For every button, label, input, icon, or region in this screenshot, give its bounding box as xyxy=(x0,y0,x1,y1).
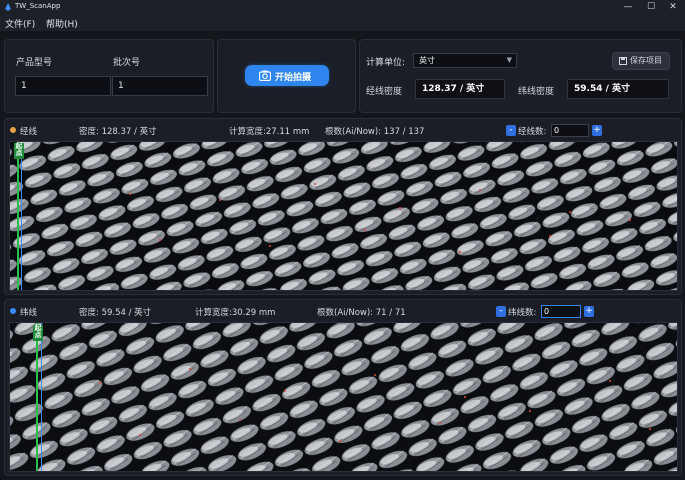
weft-decrement-button[interactable]: - xyxy=(496,306,506,317)
weft-fabric-image[interactable]: 起点 xyxy=(9,322,678,472)
warp-calc-width: 计算宽度:27.11 mm xyxy=(229,127,310,137)
weft-section: 纬线 密度: 59.54 / 英寸 计算宽度:30.29 mm 根数(Ai/No… xyxy=(4,299,682,476)
weft-increment-button[interactable]: + xyxy=(584,306,594,317)
weft-calc-width: 计算宽度:30.29 mm xyxy=(195,308,276,318)
model-label: 产品型号 xyxy=(16,58,53,68)
menu-bar: 文件(F) 帮助(H) xyxy=(0,14,685,31)
weft-cursor-line[interactable] xyxy=(41,323,42,471)
app-logo-icon xyxy=(5,3,11,11)
maximize-button[interactable]: ☐ xyxy=(641,1,661,13)
warp-origin-line[interactable] xyxy=(17,142,19,290)
save-project-label: 保存项目 xyxy=(630,56,662,65)
unit-label: 计算单位: xyxy=(366,58,406,68)
close-button[interactable]: ✕ xyxy=(663,1,683,13)
weft-origin-tag: 起点 xyxy=(33,324,43,341)
weft-density-text: 密度: 59.54 / 英寸 xyxy=(79,308,152,318)
weft-count-input[interactable]: 0 xyxy=(541,305,581,318)
weft-density-label: 纬线密度 xyxy=(518,87,555,97)
product-info-panel: 产品型号 1 批次号 1 xyxy=(4,39,214,113)
warp-section: 经线 密度: 128.37 / 英寸 计算宽度:27.11 mm 根数(Ai/N… xyxy=(4,118,682,295)
chevron-down-icon: ▼ xyxy=(506,56,512,64)
weft-count-label: 纬线数: xyxy=(508,308,537,318)
minimize-button[interactable]: — xyxy=(618,1,638,13)
weft-status-dot xyxy=(10,308,16,314)
warp-stats-bar: 经线 密度: 128.37 / 英寸 计算宽度:27.11 mm 根数(Ai/N… xyxy=(5,121,681,139)
menu-file[interactable]: 文件(F) xyxy=(5,17,35,30)
menu-help[interactable]: 帮助(H) xyxy=(46,17,78,30)
warp-origin-tag: 起点 xyxy=(14,142,24,159)
warp-title: 经线 xyxy=(20,127,38,137)
unit-select-value: 英寸 xyxy=(419,56,435,65)
weft-title: 纬线 xyxy=(20,308,38,318)
warp-fabric-image[interactable]: 起点 xyxy=(9,141,678,291)
weft-root-count: 根数(Ai/Now): 71 / 71 xyxy=(317,308,406,318)
unit-select[interactable]: 英寸 ▼ xyxy=(413,53,517,68)
batch-label: 批次号 xyxy=(113,58,141,68)
weft-origin-line[interactable] xyxy=(36,323,38,471)
weft-stats-bar: 纬线 密度: 59.54 / 英寸 计算宽度:30.29 mm 根数(Ai/No… xyxy=(5,302,681,320)
warp-density-text: 密度: 128.37 / 英寸 xyxy=(79,127,157,137)
weft-fabric-texture xyxy=(10,323,677,471)
warp-count-label: 经线数: xyxy=(518,127,547,137)
warp-density-value: 128.37 / 英寸 xyxy=(415,79,505,99)
settings-panel: 计算单位: 英寸 ▼ 保存项目 经线密度 128.37 / 英寸 纬线密度 59… xyxy=(359,39,682,113)
window-title: TW_ScanApp xyxy=(15,2,61,10)
camera-icon xyxy=(259,70,271,81)
save-icon xyxy=(619,57,627,65)
warp-cursor-line[interactable] xyxy=(21,142,22,290)
title-bar: TW_ScanApp — ☐ ✕ xyxy=(0,0,685,14)
warp-status-dot xyxy=(10,127,16,133)
save-project-button[interactable]: 保存项目 xyxy=(612,52,670,70)
warp-density-label: 经线密度 xyxy=(366,87,403,97)
warp-count-input[interactable]: 0 xyxy=(551,124,589,137)
batch-input[interactable]: 1 xyxy=(112,76,208,96)
warp-decrement-button[interactable]: - xyxy=(506,125,516,136)
capture-panel: 开始拍摄 xyxy=(217,39,356,113)
warp-increment-button[interactable]: + xyxy=(592,125,602,136)
start-capture-button[interactable]: 开始拍摄 xyxy=(245,65,329,86)
start-capture-label: 开始拍摄 xyxy=(275,73,312,83)
warp-fabric-texture xyxy=(10,142,677,290)
warp-root-count: 根数(Ai/Now): 137 / 137 xyxy=(325,127,425,137)
weft-density-value: 59.54 / 英寸 xyxy=(567,79,669,99)
model-input[interactable]: 1 xyxy=(15,76,111,96)
